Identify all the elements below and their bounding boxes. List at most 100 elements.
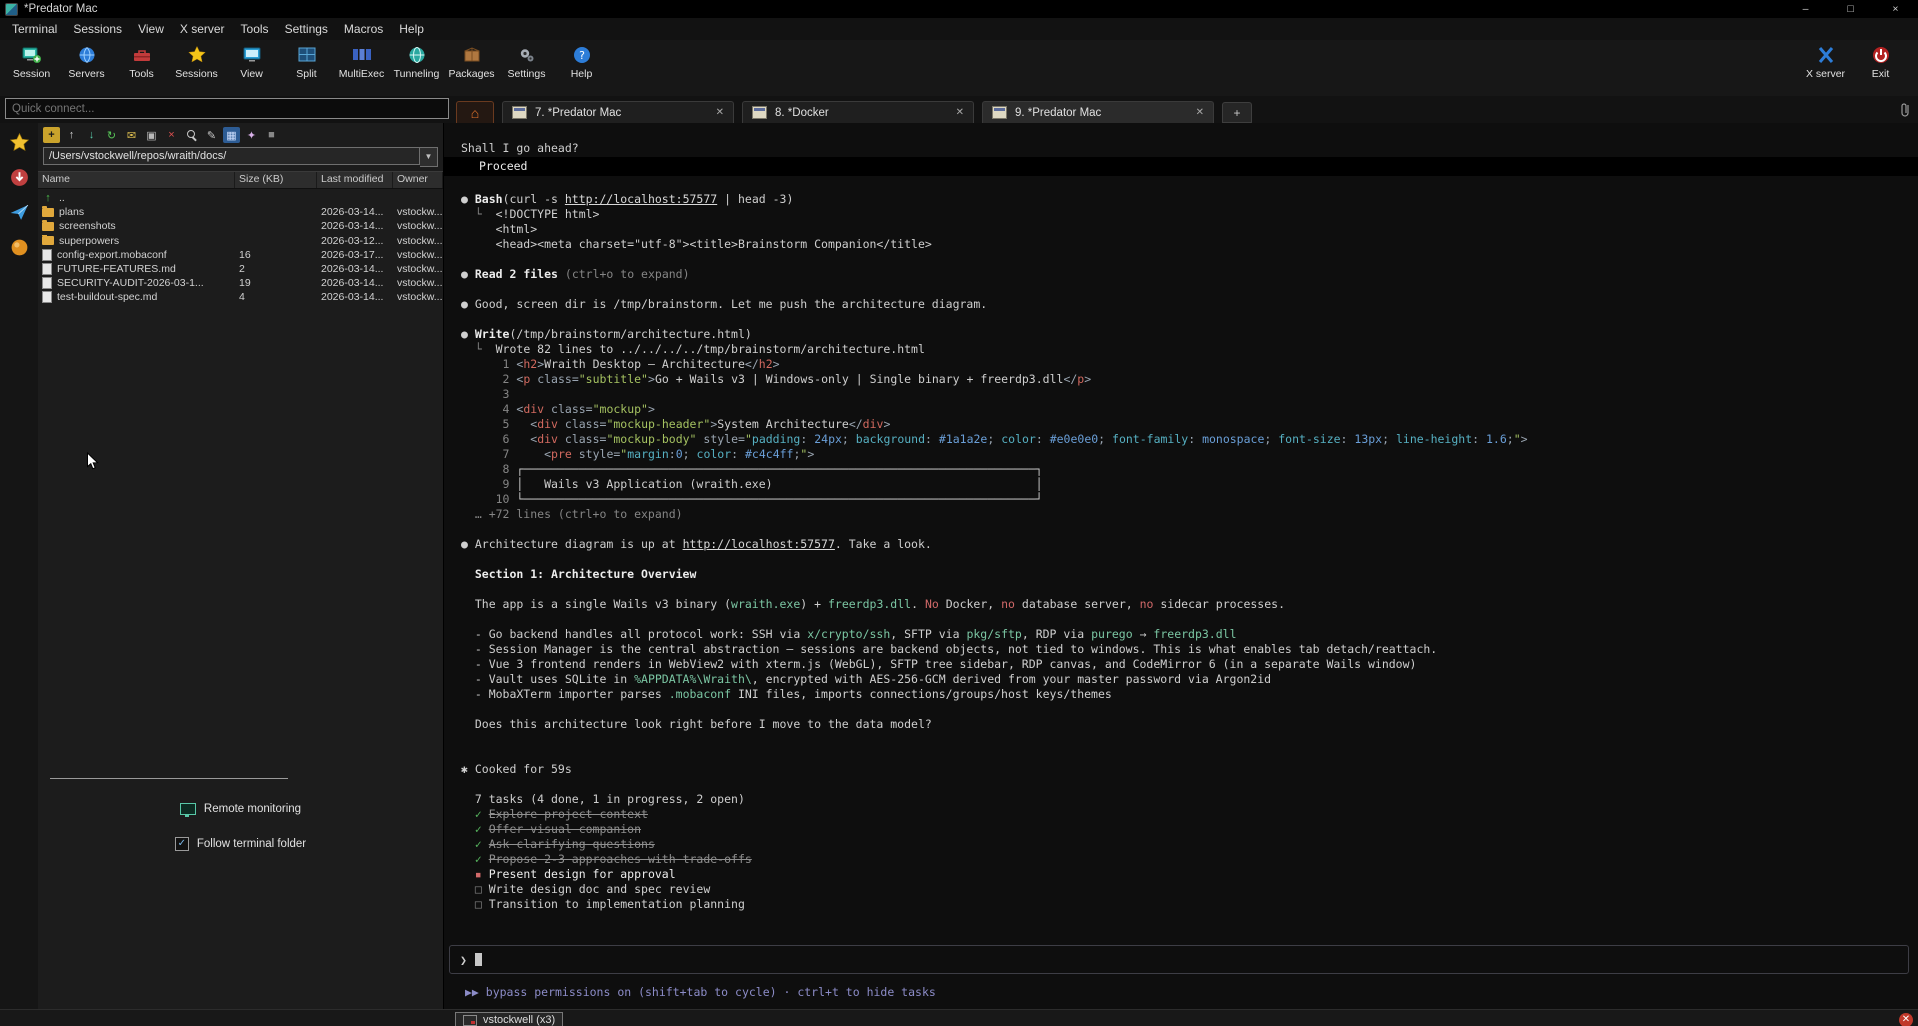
quick-connect-input[interactable] bbox=[5, 98, 449, 119]
wand-icon[interactable]: ✦ bbox=[243, 127, 260, 143]
attach-paperclip-icon[interactable] bbox=[1899, 102, 1911, 123]
side-strip bbox=[0, 123, 38, 1009]
bottom-session-label: vstockwell (x3) bbox=[483, 1014, 555, 1026]
menu-settings[interactable]: Settings bbox=[277, 20, 336, 38]
tools-red-icon[interactable] bbox=[9, 167, 30, 188]
download-icon[interactable]: ↓ bbox=[83, 127, 100, 143]
edit-icon[interactable]: ✎ bbox=[203, 127, 220, 143]
new-folder-icon[interactable]: + bbox=[43, 127, 60, 143]
close-button[interactable]: × bbox=[1873, 0, 1918, 18]
tab-label: 9. *Predator Mac bbox=[1015, 107, 1188, 119]
column-header-size-kb-[interactable]: Size (KB) bbox=[235, 172, 317, 188]
table-row[interactable]: plans2026-03-14...vstockw... bbox=[38, 205, 443, 219]
settings-gear-button[interactable]: Settings bbox=[499, 44, 554, 80]
menu-sessions[interactable]: Sessions bbox=[65, 20, 130, 38]
tab-close-icon[interactable]: ✕ bbox=[956, 107, 964, 118]
grid-view-icon[interactable]: ▦ bbox=[223, 127, 240, 143]
table-row[interactable]: ↑.. bbox=[38, 191, 443, 205]
split-button[interactable]: Split bbox=[279, 44, 334, 80]
file-name: test-buildout-spec.md bbox=[57, 291, 157, 303]
file-browser-panel: +↑↓↻✉▣×✎▦✦■ ▼ NameSize (KB)Last modified… bbox=[38, 123, 444, 1009]
tools-button[interactable]: Tools bbox=[114, 44, 169, 80]
toolbar-label: Tools bbox=[129, 68, 154, 80]
file-modified-cell: 2026-03-14... bbox=[317, 291, 393, 303]
terminal-line: ● Architecture diagram is up at http://l… bbox=[444, 537, 1918, 552]
delete-icon[interactable]: × bbox=[163, 127, 180, 143]
session-tab[interactable]: 9. *Predator Mac ✕ bbox=[982, 101, 1214, 123]
send-plane-icon[interactable] bbox=[9, 202, 30, 223]
toolbar-label: Split bbox=[296, 68, 316, 80]
sessions-star-button[interactable]: Sessions bbox=[169, 44, 224, 80]
current-path-input[interactable] bbox=[43, 147, 420, 165]
exit-power-button[interactable]: Exit bbox=[1853, 44, 1908, 80]
terminal-line: 7 <pre style="margin:0; color: #c4c4ff;"… bbox=[444, 447, 1918, 462]
search-icon[interactable] bbox=[183, 127, 200, 143]
file-owner-cell: vstockw... bbox=[393, 206, 443, 218]
view-icon bbox=[241, 44, 263, 66]
terminal-line bbox=[444, 582, 1918, 597]
macros-ball-icon[interactable] bbox=[9, 237, 30, 258]
terminal-line: ✓ Explore project context bbox=[444, 807, 1918, 822]
column-header-last-modified[interactable]: Last modified bbox=[317, 172, 393, 188]
terminal-line: ✓ Propose 2-3 approaches with trade-offs bbox=[444, 852, 1918, 867]
remote-monitoring[interactable]: Remote monitoring bbox=[38, 803, 443, 815]
table-row[interactable]: SECURITY-AUDIT-2026-03-1...192026-03-14.… bbox=[38, 276, 443, 290]
menu-tools[interactable]: Tools bbox=[233, 20, 277, 38]
home-tab[interactable]: ⌂ bbox=[456, 101, 494, 123]
menu-view[interactable]: View bbox=[130, 20, 172, 38]
maximize-button[interactable]: □ bbox=[1828, 0, 1873, 18]
favorites-star-icon[interactable] bbox=[9, 132, 30, 153]
monitor-icon bbox=[180, 803, 196, 815]
exec-icon[interactable]: ■ bbox=[263, 127, 280, 143]
menu-help[interactable]: Help bbox=[391, 20, 432, 38]
table-row[interactable]: config-export.mobaconf162026-03-17...vst… bbox=[38, 248, 443, 262]
main-toolbar: SessionServers Tools Sessions View Split Mult… bbox=[0, 40, 1918, 96]
tunneling-button[interactable]: Tunneling bbox=[389, 44, 444, 80]
follow-folder-checkbox[interactable]: ✓ bbox=[175, 837, 189, 851]
follow-terminal-folder[interactable]: ✓ Follow terminal folder bbox=[38, 837, 443, 851]
bottom-close-button[interactable]: ✕ bbox=[1899, 1013, 1913, 1026]
multiexec-button[interactable]: MultiExec bbox=[334, 44, 389, 80]
table-row[interactable]: screenshots2026-03-14...vstockw... bbox=[38, 219, 443, 233]
table-row[interactable]: FUTURE-FEATURES.md22026-03-14...vstockw.… bbox=[38, 262, 443, 276]
bottom-session-tab[interactable]: vstockwell (x3) bbox=[455, 1012, 563, 1026]
copy-icon[interactable]: ▣ bbox=[143, 127, 160, 143]
terminal-tab-icon bbox=[752, 106, 767, 119]
session-tab[interactable]: 7. *Predator Mac✕ bbox=[502, 101, 734, 123]
xserver-button[interactable]: X server bbox=[1798, 44, 1853, 80]
column-header-name[interactable]: Name bbox=[38, 172, 235, 188]
terminal[interactable]: Shall I go ahead?Proceed ● Bash(curl -s … bbox=[444, 123, 1918, 1009]
terminal-line: └ <!DOCTYPE html> bbox=[444, 207, 1918, 222]
session-button[interactable]: Session bbox=[4, 44, 59, 80]
mail-icon[interactable]: ✉ bbox=[123, 127, 140, 143]
upload-icon[interactable]: ↑ bbox=[63, 127, 80, 143]
help-button[interactable]: ?Help bbox=[554, 44, 609, 80]
file-name: screenshots bbox=[59, 220, 116, 232]
path-dropdown-caret[interactable]: ▼ bbox=[420, 147, 438, 167]
session-tab[interactable]: 8. *Docker✕ bbox=[742, 101, 974, 123]
menu-x-server[interactable]: X server bbox=[172, 20, 233, 38]
tab-close-icon[interactable]: ✕ bbox=[716, 107, 724, 118]
tab-close-icon[interactable]: ✕ bbox=[1196, 107, 1204, 118]
terminal-line: - Vault uses SQLite in %APPDATA%\Wraith\… bbox=[444, 672, 1918, 687]
xserver-icon bbox=[1815, 44, 1837, 66]
packages-button[interactable]: Packages bbox=[444, 44, 499, 80]
up-folder-icon: ↑ bbox=[42, 193, 54, 204]
terminal-input-box[interactable]: ❯ bbox=[449, 945, 1909, 974]
packages-icon bbox=[461, 44, 483, 66]
table-row[interactable]: test-buildout-spec.md42026-03-14...vstoc… bbox=[38, 290, 443, 304]
table-row[interactable]: superpowers2026-03-12...vstockw... bbox=[38, 234, 443, 248]
bottom-bar: vstockwell (x3) ✕ bbox=[0, 1009, 1918, 1026]
servers-button[interactable]: Servers bbox=[59, 44, 114, 80]
terminal-line: 2 <p class="subtitle">Go + Wails v3 | Wi… bbox=[444, 372, 1918, 387]
minimize-button[interactable]: – bbox=[1783, 0, 1828, 18]
toolbar-label: Sessions bbox=[175, 68, 218, 80]
new-tab-button[interactable]: + bbox=[1222, 102, 1252, 123]
column-header-owner[interactable]: Owner bbox=[393, 172, 443, 188]
view-button[interactable]: View bbox=[224, 44, 279, 80]
menu-terminal[interactable]: Terminal bbox=[4, 20, 65, 38]
refresh-icon[interactable]: ↻ bbox=[103, 127, 120, 143]
menu-macros[interactable]: Macros bbox=[336, 20, 391, 38]
file-owner-cell: vstockw... bbox=[393, 235, 443, 247]
terminal-line bbox=[444, 777, 1918, 792]
